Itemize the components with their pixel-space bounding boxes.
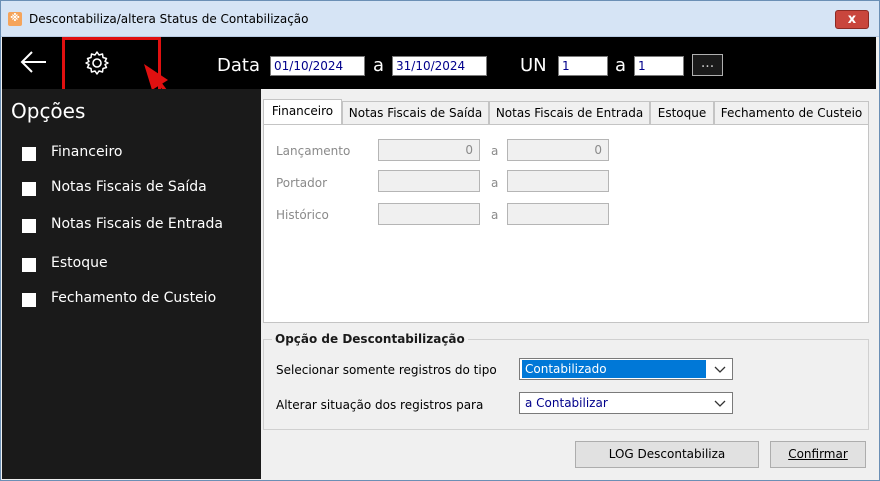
portador-label: Portador (276, 176, 328, 190)
sidebar: Opções Financeiro Notas Fiscais de Saída… (2, 89, 261, 479)
lancamento-to-input[interactable]: 0 (507, 139, 609, 161)
chevron-down-icon (714, 400, 726, 407)
portador-from-input[interactable] (378, 170, 480, 192)
selecionar-label: Selecionar somente registros do tipo (276, 363, 497, 377)
historico-label: Histórico (276, 208, 329, 222)
historico-from-input[interactable] (378, 203, 480, 225)
tab-notas-entrada[interactable]: Notas Fiscais de Entrada (489, 101, 650, 125)
back-arrow-icon[interactable] (18, 48, 50, 76)
un-label: UN (520, 55, 547, 76)
opcao-groupbox (263, 339, 869, 430)
sidebar-item-label: Notas Fiscais de Saída (51, 179, 207, 195)
tab-financeiro[interactable]: Financeiro (263, 99, 342, 125)
checkbox[interactable] (22, 293, 36, 307)
close-button[interactable]: x (835, 10, 869, 29)
un-range-separator: a (615, 55, 627, 76)
sidebar-title: Opções (11, 99, 86, 123)
chevron-down-icon (714, 366, 726, 373)
checkbox[interactable] (22, 147, 36, 161)
selecionar-value: Contabilizado (522, 360, 706, 378)
checkbox[interactable] (22, 219, 36, 233)
sidebar-item-label: Fechamento de Custeio (51, 290, 217, 306)
sidebar-item-label: Notas Fiscais de Entrada (51, 216, 223, 232)
date-range-separator: a (373, 55, 385, 76)
alterar-value: a Contabilizar (525, 396, 608, 410)
lancamento-from-input[interactable]: 0 (378, 139, 480, 161)
tab-estoque[interactable]: Estoque (650, 101, 714, 125)
log-descontabiliza-button[interactable]: LOG Descontabiliza (575, 441, 759, 468)
date-to-input[interactable]: 31/10/2024 (392, 56, 487, 76)
un-to-input[interactable]: 1 (634, 56, 684, 76)
title-bar: ※ Descontabiliza/altera Status de Contab… (1, 1, 879, 37)
un-from-input[interactable]: 1 (558, 56, 608, 76)
confirmar-button[interactable]: Confirmar (770, 441, 866, 468)
range-separator: a (491, 208, 499, 222)
sidebar-item-label: Financeiro (51, 144, 123, 160)
date-from-input[interactable]: 01/10/2024 (270, 56, 365, 76)
selecionar-dropdown[interactable]: Contabilizado (519, 358, 733, 380)
historico-to-input[interactable] (507, 203, 609, 225)
opcao-title: Opção de Descontabilização (272, 332, 468, 346)
lancamento-label: Lançamento (276, 144, 351, 158)
alterar-label: Alterar situação dos registros para (276, 398, 484, 412)
window-title: Descontabiliza/altera Status de Contabil… (29, 12, 309, 26)
range-separator: a (491, 144, 499, 158)
checkbox[interactable] (22, 182, 36, 196)
alterar-dropdown[interactable]: a Contabilizar (519, 392, 733, 414)
checkbox[interactable] (22, 258, 36, 272)
tab-notas-saida[interactable]: Notas Fiscais de Saída (342, 101, 489, 125)
ellipsis-button[interactable]: ... (692, 54, 723, 76)
range-separator: a (491, 176, 499, 190)
sidebar-item-label: Estoque (51, 255, 108, 271)
portador-to-input[interactable] (507, 170, 609, 192)
app-icon: ※ (8, 12, 22, 26)
tab-fechamento-custeio[interactable]: Fechamento de Custeio (714, 101, 869, 125)
